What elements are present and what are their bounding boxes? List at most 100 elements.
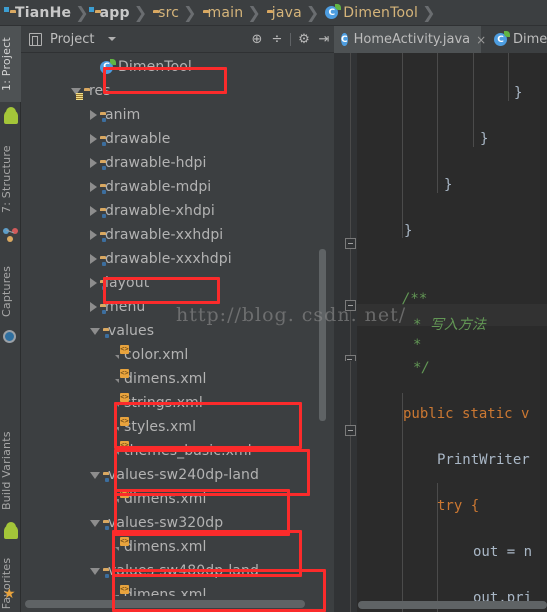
editor-tab-bar: C HomeActivity.java × C DimenT <box>334 26 547 53</box>
gutter-fold-line <box>350 53 351 612</box>
tree-node-values-sw320dp[interactable]: values-sw320dp <box>21 511 334 535</box>
tree-node-styles-xml[interactable]: <> styles.xml <box>21 415 334 439</box>
hide-panel-icon[interactable]: ⇥ <box>314 29 334 49</box>
sidebar-item-project[interactable]: 1: Project <box>0 26 21 102</box>
tree-node-label: DimenTool <box>118 59 192 75</box>
tree-node-drawable-mdpi[interactable]: drawable-mdpi <box>21 175 334 199</box>
tab-home-activity[interactable]: C HomeActivity.java × <box>334 26 486 53</box>
breadcrumb-item-label: src <box>158 4 180 21</box>
expand-collapse-icon[interactable]: ÷ <box>267 29 287 49</box>
tree-node-label: drawable-hdpi <box>105 155 207 171</box>
tree-node-label: drawable <box>105 131 171 147</box>
android-robot-icon <box>4 107 18 124</box>
breadcrumb: TianHe ❯ app ❯ src ❯ main ❯ java ❯ C DimenTool ❯ <box>0 0 547 26</box>
chevron-right-icon[interactable] <box>90 230 97 240</box>
watermark-text: http://blog. csdn. net/ <box>176 304 407 326</box>
tree-node-label: layout <box>105 275 150 291</box>
sidebar-item-build-variants[interactable]: Build Variants <box>0 421 21 521</box>
tree-node-layout[interactable]: layout <box>21 271 334 295</box>
chevron-down-icon[interactable] <box>90 519 100 527</box>
tree-node-color-xml[interactable]: <> color.xml <box>21 343 334 367</box>
breadcrumb-item-tianhe[interactable]: TianHe <box>6 0 73 26</box>
fold-marker-icon[interactable] <box>345 238 356 249</box>
star-icon: ★ <box>3 586 16 602</box>
breadcrumb-item-dimentool[interactable]: C DimenTool <box>321 0 420 26</box>
tree-node-res[interactable]: res <box>21 79 334 103</box>
tree-node-dimentool[interactable]: C DimenTool <box>21 55 334 79</box>
sidebar-item-structure[interactable]: 7: Structure <box>0 134 21 224</box>
captures-icon <box>3 330 16 343</box>
code-line: } <box>514 85 523 101</box>
tree-node-drawable[interactable]: drawable <box>21 127 334 151</box>
project-tree-vertical-scrollbar[interactable] <box>319 249 326 421</box>
chevron-right-icon[interactable] <box>90 206 97 216</box>
tree-node-drawable-hdpi[interactable]: drawable-hdpi <box>21 151 334 175</box>
tree-node-dimens-xml[interactable]: <> dimens.xml <box>21 367 334 391</box>
tree-node-label: values-sw320dp <box>108 515 224 531</box>
chevron-down-icon[interactable] <box>90 567 100 575</box>
code-line: } <box>404 223 413 239</box>
breadcrumb-item-java[interactable]: java <box>263 0 304 26</box>
java-class-icon-2: C <box>494 31 510 46</box>
breadcrumb-separator: ❯ <box>305 2 320 22</box>
tree-node-strings-xml[interactable]: <> strings.xml <box>21 391 334 415</box>
code-editor[interactable]: }}}}/** * 写入方法 * */public static v PrintWrit… <box>334 53 547 612</box>
fold-marker-icon-4[interactable] <box>345 425 356 436</box>
chevron-right-icon[interactable] <box>90 182 97 192</box>
tree-node-drawable-xhdpi[interactable]: drawable-xhdpi <box>21 199 334 223</box>
indent-guide <box>473 53 474 147</box>
project-tree-horizontal-scrollbar[interactable] <box>25 600 305 608</box>
breadcrumb-item-main[interactable]: main <box>199 0 246 26</box>
tree-node-label: dimens.xml <box>124 587 207 596</box>
chevron-down-icon[interactable] <box>90 471 100 479</box>
code-line: * <box>413 337 422 353</box>
chevron-right-icon[interactable] <box>90 110 97 120</box>
chevron-right-icon[interactable] <box>90 158 97 168</box>
code-line: try { <box>437 498 480 514</box>
chevron-right-icon[interactable] <box>90 302 97 312</box>
tree-node-label: color.xml <box>124 347 189 363</box>
tree-node-anim[interactable]: anim <box>21 103 334 127</box>
tree-node-label: res <box>89 83 111 99</box>
tree-node-dimens-xml[interactable]: <> dimens.xml <box>21 583 334 596</box>
sidebar-item-label: 1: Project <box>0 37 13 91</box>
indent-guide <box>508 53 509 101</box>
code-line: PrintWriter <box>437 452 530 468</box>
close-icon[interactable]: × <box>476 33 486 47</box>
settings-gear-icon[interactable]: ⚙ <box>294 29 314 49</box>
breadcrumb-separator: ❯ <box>422 2 436 22</box>
editor-gutter[interactable] <box>334 53 357 612</box>
chevron-right-icon[interactable] <box>90 278 97 288</box>
locate-icon[interactable]: ⊕ <box>247 29 267 49</box>
tree-node-dimens-xml[interactable]: <> dimens.xml <box>21 535 334 559</box>
breadcrumb-separator: ❯ <box>183 2 197 22</box>
tree-node-values-sw240dp-land[interactable]: values-sw240dp-land <box>21 463 334 487</box>
chevron-right-icon[interactable] <box>90 134 97 144</box>
breadcrumb-separator: ❯ <box>133 2 148 22</box>
breadcrumb-item-label: TianHe <box>15 4 72 21</box>
breadcrumb-item-label: main <box>207 4 244 21</box>
tree-node-label: values <box>108 323 155 339</box>
ide-window: TianHe ❯ app ❯ src ❯ main ❯ java ❯ C DimenTool ❯ 1: … <box>0 0 547 612</box>
code-line: public static v <box>403 406 530 422</box>
chevron-right-icon[interactable] <box>90 254 97 264</box>
chevron-down-icon[interactable] <box>90 327 100 335</box>
tree-node-dimens-xml[interactable]: <> dimens.xml <box>21 487 334 511</box>
tree-node-themes_basic-xml[interactable]: <> themes_basic.xml <box>21 439 334 463</box>
chevron-down-icon[interactable] <box>108 37 117 41</box>
sidebar-item-captures[interactable]: Captures <box>0 256 21 326</box>
sidebar-item-favorites[interactable]: 2: Favorites <box>0 551 21 612</box>
tree-node-drawable-xxhdpi[interactable]: drawable-xxhdpi <box>21 223 334 247</box>
editor-horizontal-scrollbar[interactable] <box>358 601 547 609</box>
code-line: out = n <box>473 544 533 560</box>
tab-dimen-tool[interactable]: C DimenT <box>487 26 547 53</box>
breadcrumb-item-label: java <box>271 4 302 21</box>
tree-node-values-sw480dp-land[interactable]: values-sw480dp-land <box>21 559 334 583</box>
tree-node-drawable-xxxhdpi[interactable]: drawable-xxxhdpi <box>21 247 334 271</box>
tree-node-label: drawable-xhdpi <box>105 203 215 219</box>
breadcrumb-item-app[interactable]: app <box>91 0 132 26</box>
project-icon <box>29 32 42 46</box>
breadcrumb-item-src[interactable]: src <box>149 0 181 26</box>
fold-marker-icon-3[interactable] <box>345 355 356 366</box>
java-class-icon: C <box>325 4 342 19</box>
